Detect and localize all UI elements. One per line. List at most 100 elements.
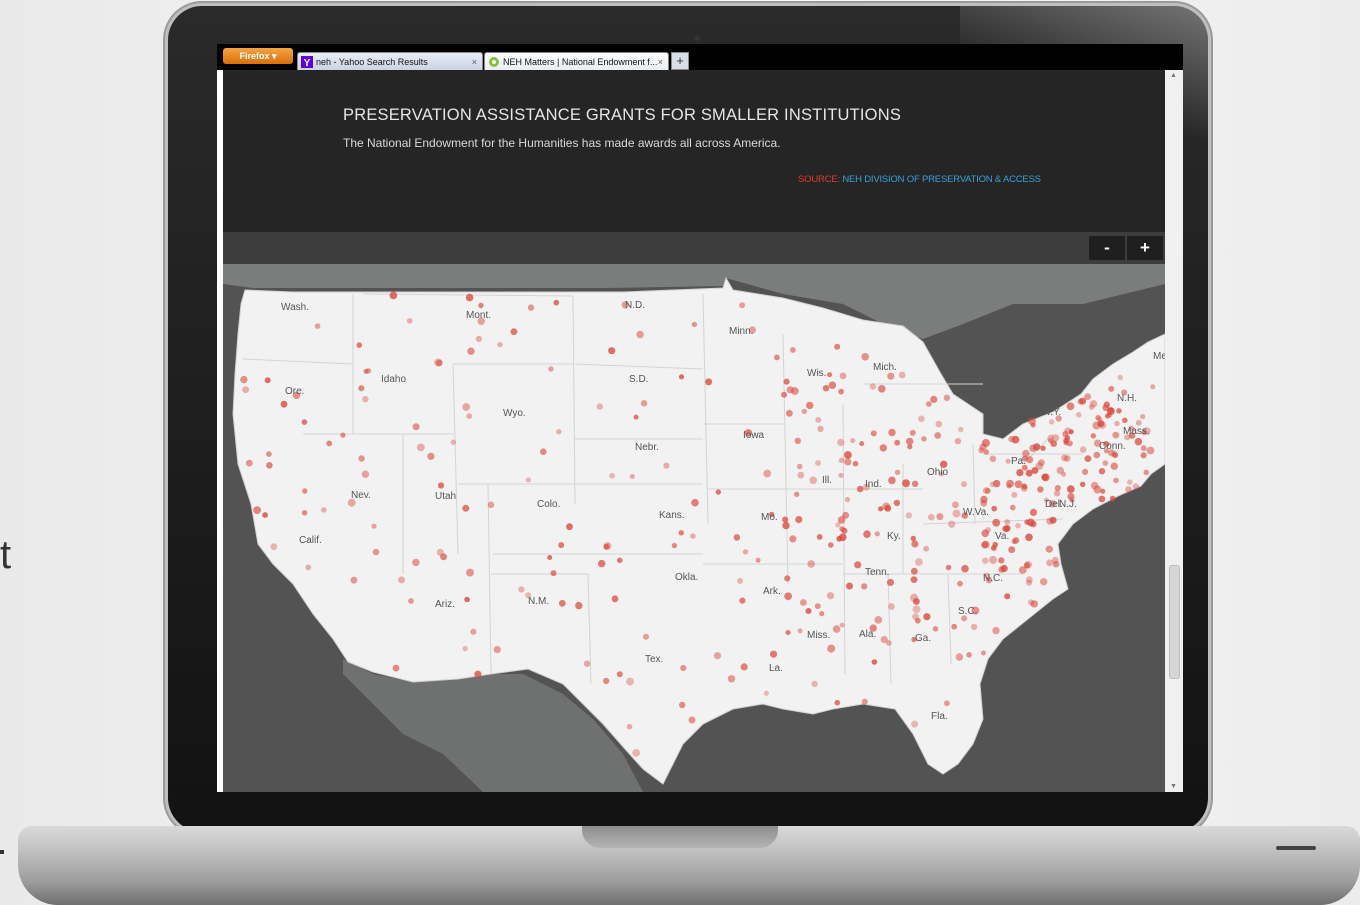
grant-dot[interactable] [797, 471, 805, 479]
grant-dot[interactable] [1066, 440, 1073, 447]
grant-dot[interactable] [462, 645, 468, 652]
grant-dot[interactable] [1093, 485, 1102, 494]
map-canvas[interactable]: Wash. Mont. N.D. Minn. Ore. Idaho S.D. Wis. Mich… [223, 264, 1165, 792]
grant-dot[interactable] [859, 441, 865, 447]
grant-dot[interactable] [740, 663, 748, 671]
grant-dot[interactable] [794, 437, 801, 444]
grant-dot[interactable] [1012, 537, 1020, 544]
grant-dot[interactable] [475, 335, 482, 342]
grant-dot[interactable] [245, 459, 253, 467]
grant-dot[interactable] [436, 548, 444, 556]
grant-dot[interactable] [914, 617, 921, 624]
grant-dot[interactable] [791, 387, 799, 395]
grant-dot[interactable] [790, 347, 796, 353]
grant-dot[interactable] [784, 575, 791, 582]
scroll-down-arrow-icon[interactable]: ▼ [1169, 783, 1178, 790]
grant-dot[interactable] [905, 512, 912, 519]
grant-dot[interactable] [350, 576, 358, 584]
grant-dot[interactable] [1011, 435, 1020, 444]
grant-dot[interactable] [1041, 473, 1049, 481]
grant-dot[interactable] [755, 557, 761, 563]
grant-dot[interactable] [888, 428, 896, 437]
grant-dot[interactable] [678, 530, 684, 536]
grant-dot[interactable] [998, 557, 1005, 564]
grant-dot[interactable] [302, 488, 308, 494]
grant-dot[interactable] [844, 451, 852, 459]
grant-dot[interactable] [952, 501, 959, 509]
grant-dot[interactable] [936, 513, 944, 521]
grant-dot[interactable] [1010, 504, 1016, 511]
grant-dot[interactable] [801, 408, 807, 415]
grant-dot[interactable] [266, 462, 273, 469]
grant-dot[interactable] [609, 473, 615, 479]
grant-dot[interactable] [828, 542, 834, 548]
grant-dot[interactable] [951, 623, 958, 630]
grant-dot[interactable] [1053, 490, 1061, 497]
grant-dot[interactable] [807, 560, 815, 568]
grant-dot[interactable] [340, 432, 346, 438]
grant-dot[interactable] [1108, 385, 1115, 392]
tab-close-icon[interactable]: × [658, 53, 663, 71]
grant-dot[interactable] [1098, 495, 1106, 503]
grant-dot[interactable] [525, 477, 532, 483]
grant-dot[interactable] [925, 401, 932, 407]
grant-dot[interactable] [961, 481, 967, 488]
grant-dot[interactable] [608, 347, 616, 355]
zoom-out-button[interactable]: - [1089, 236, 1125, 260]
grant-dot[interactable] [314, 323, 321, 329]
grant-dot[interactable] [887, 372, 895, 380]
grant-dot[interactable] [478, 302, 484, 309]
grant-dot[interactable] [1040, 445, 1046, 451]
grant-dot[interactable] [954, 437, 962, 445]
grant-dot[interactable] [894, 469, 901, 475]
grant-dot[interactable] [850, 438, 856, 444]
grant-dot[interactable] [992, 626, 1000, 635]
grant-dot[interactable] [846, 582, 853, 590]
grant-dot[interactable] [981, 439, 990, 447]
grant-dot[interactable] [789, 535, 797, 543]
grant-dot[interactable] [861, 698, 868, 705]
grant-dot[interactable] [838, 457, 845, 464]
grant-dot[interactable] [1030, 600, 1038, 608]
grant-dot[interactable] [632, 749, 641, 757]
grant-dot[interactable] [827, 372, 833, 378]
grant-dot[interactable] [262, 512, 268, 518]
grant-dot[interactable] [1005, 458, 1011, 464]
grant-dot[interactable] [1140, 452, 1147, 459]
grant-dot[interactable] [1109, 495, 1116, 502]
grant-dot[interactable] [1093, 451, 1101, 459]
grant-dot[interactable] [839, 372, 847, 380]
grant-dot[interactable] [270, 543, 278, 551]
grant-dot[interactable] [888, 603, 895, 610]
grant-dot[interactable] [1116, 408, 1122, 414]
grant-dot[interactable] [1037, 486, 1044, 493]
grant-dot[interactable] [869, 383, 876, 390]
grant-dot[interactable] [880, 636, 888, 644]
grant-dot[interactable] [556, 429, 562, 435]
grant-dot[interactable] [943, 394, 951, 401]
grant-dot[interactable] [871, 659, 878, 665]
grant-dot[interactable] [878, 506, 884, 512]
grant-dot[interactable] [1029, 444, 1037, 452]
grant-dot[interactable] [948, 520, 956, 528]
grant-dot[interactable] [1056, 466, 1064, 475]
grant-dot[interactable] [663, 462, 670, 469]
grant-dot[interactable] [902, 479, 910, 488]
grant-dot[interactable] [854, 561, 862, 569]
grant-dot[interactable] [770, 650, 778, 658]
grant-dot[interactable] [815, 416, 822, 423]
grant-dot[interactable] [827, 644, 836, 653]
grant-dot[interactable] [1140, 445, 1147, 452]
grant-dot[interactable] [616, 671, 623, 678]
tab-close-icon[interactable]: × [472, 53, 477, 71]
grant-dot[interactable] [540, 448, 547, 455]
grant-dot[interactable] [966, 652, 972, 658]
grant-dot[interactable] [626, 723, 633, 730]
grant-dot[interactable] [1140, 414, 1146, 420]
grant-dot[interactable] [1106, 412, 1113, 418]
grant-dot[interactable] [992, 518, 1001, 527]
grant-dot[interactable] [1046, 559, 1053, 567]
grant-dot[interactable] [837, 438, 845, 446]
grant-dot[interactable] [1004, 519, 1011, 525]
grant-dot[interactable] [467, 347, 475, 355]
